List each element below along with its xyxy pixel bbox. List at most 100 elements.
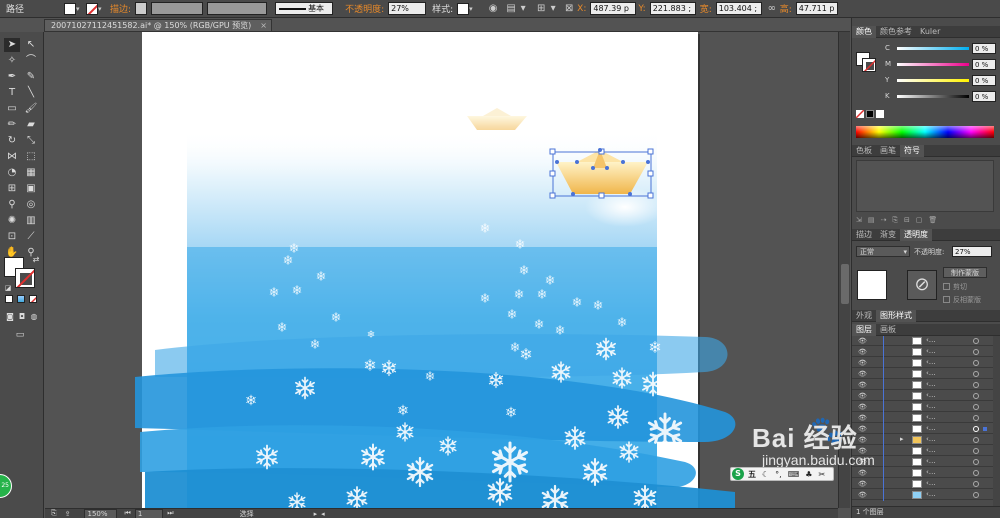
eye-icon[interactable]: 👁 bbox=[858, 403, 867, 411]
tab-appearance[interactable]: 外观 bbox=[852, 310, 876, 322]
screen-mode-icon[interactable]: ▭ bbox=[12, 328, 28, 342]
cyan-slider[interactable] bbox=[897, 47, 969, 50]
magenta-value[interactable]: 0 % bbox=[972, 59, 996, 70]
type-tool-icon[interactable]: T bbox=[4, 86, 20, 100]
align-menu-icon[interactable]: ▾ bbox=[517, 3, 529, 15]
stroke-weight-field[interactable] bbox=[135, 2, 148, 15]
scale-tool-icon[interactable]: ⤡ bbox=[23, 134, 39, 148]
transparency-opacity-field[interactable]: 27% bbox=[952, 246, 992, 257]
w-field[interactable]: 103.404 ; bbox=[715, 2, 762, 15]
symbols-area[interactable] bbox=[856, 160, 994, 212]
w-label[interactable]: 宽: bbox=[700, 2, 712, 16]
h-label[interactable]: 高: bbox=[780, 2, 792, 16]
eye-icon[interactable]: 👁 bbox=[858, 392, 867, 400]
artboard-tool-icon[interactable]: ⊡ bbox=[4, 230, 20, 244]
slice-tool-icon[interactable]: ⟋ bbox=[23, 230, 39, 244]
blend-mode-dropdown[interactable]: 正常 ▾ bbox=[856, 246, 910, 257]
cyan-value[interactable]: 0 % bbox=[972, 43, 996, 54]
pen-tool-icon[interactable]: ✒ bbox=[4, 70, 20, 84]
default-colors-icon[interactable]: ◪ bbox=[0, 281, 16, 295]
chevron-down-icon[interactable]: ▾ bbox=[469, 3, 475, 15]
artwork[interactable] bbox=[45, 32, 838, 508]
target-icon[interactable] bbox=[973, 393, 979, 399]
eye-icon[interactable]: 👁 bbox=[858, 480, 867, 488]
black-swatch[interactable] bbox=[866, 110, 874, 118]
column-graph-tool-icon[interactable]: ▥ bbox=[23, 214, 39, 228]
chevron-down-icon[interactable]: ▾ bbox=[76, 3, 82, 15]
none-mode-icon[interactable] bbox=[29, 295, 37, 303]
target-icon[interactable] bbox=[973, 404, 979, 410]
brush-dropdown[interactable]: 基本 bbox=[275, 2, 334, 15]
link-icon[interactable]: ∞ bbox=[766, 3, 778, 15]
layer-row[interactable]: 👁 ‹… bbox=[852, 490, 993, 500]
make-mask-button[interactable]: 制作蒙版 bbox=[943, 267, 987, 278]
artboard-nav-icon[interactable]: ⎘ bbox=[51, 509, 57, 518]
tab-transparency[interactable]: 透明度 bbox=[900, 228, 932, 241]
none-swatch[interactable] bbox=[856, 110, 864, 118]
pencil-tool-icon[interactable]: ✏ bbox=[4, 118, 20, 132]
page-field[interactable]: 1 bbox=[134, 508, 164, 518]
rotate-tool-icon[interactable]: ↻ bbox=[4, 134, 20, 148]
status-arrow-icon[interactable]: ▸ bbox=[314, 510, 318, 518]
chevron-down-icon[interactable]: ▾ bbox=[98, 3, 104, 15]
reference-point-icon[interactable]: ⊠ bbox=[563, 3, 575, 15]
layer-row[interactable]: 👁 ‹… bbox=[852, 479, 993, 489]
eye-icon[interactable]: 👁 bbox=[858, 491, 867, 499]
y-label[interactable]: Y: bbox=[638, 2, 645, 16]
style-swatch[interactable] bbox=[457, 2, 470, 15]
tab-swatches[interactable]: 色板 bbox=[852, 145, 876, 157]
ime-toolbar[interactable]: S 五 ☾ °, ⌨ ♣ ✂ bbox=[730, 467, 834, 481]
gradient-mode-icon[interactable] bbox=[17, 295, 25, 303]
layer-row[interactable]: 👁 ‹… bbox=[852, 336, 993, 346]
blend-tool-icon[interactable]: ◎ bbox=[23, 198, 39, 212]
curvature-tool-icon[interactable]: ✎ bbox=[23, 70, 39, 84]
tab-color-guide[interactable]: 颜色参考 bbox=[876, 26, 916, 38]
zoom-field[interactable]: 150% bbox=[84, 508, 117, 518]
cyan-slider-row[interactable]: C 0 % bbox=[856, 42, 996, 56]
eye-icon[interactable]: 👁 bbox=[858, 337, 867, 345]
eye-icon[interactable]: 👁 bbox=[858, 381, 867, 389]
white-swatch[interactable] bbox=[876, 110, 884, 118]
black-value[interactable]: 0 % bbox=[972, 91, 996, 102]
ime-mode-label[interactable]: 五 bbox=[748, 469, 756, 480]
paintbrush-tool-icon[interactable]: 🖌 bbox=[23, 102, 39, 116]
target-icon[interactable] bbox=[973, 470, 979, 476]
stroke-color-box[interactable] bbox=[15, 268, 35, 288]
mask-thumbnail[interactable]: ⊘ bbox=[907, 270, 937, 300]
tab-gradient[interactable]: 渐变 bbox=[876, 229, 900, 241]
opacity-field[interactable]: 27% bbox=[388, 2, 427, 15]
stroke-weight-dropdown[interactable] bbox=[151, 2, 204, 15]
draw-inside-icon[interactable]: ◍ bbox=[26, 310, 42, 324]
variable-width-dropdown[interactable] bbox=[207, 2, 268, 15]
selection-tool-icon[interactable]: ➤ bbox=[4, 38, 20, 52]
tab-kuler[interactable]: Kuler bbox=[916, 26, 944, 38]
eyedropper-tool-icon[interactable]: ⚲ bbox=[4, 198, 20, 212]
target-icon[interactable] bbox=[973, 382, 979, 388]
target-icon[interactable] bbox=[973, 492, 979, 498]
tab-brushes[interactable]: 画笔 bbox=[876, 145, 900, 157]
align-icon[interactable]: ▤ bbox=[505, 3, 517, 15]
y-field[interactable]: 221.883 ; bbox=[649, 2, 696, 15]
target-icon[interactable] bbox=[973, 448, 979, 454]
canvas-area[interactable] bbox=[45, 32, 838, 508]
tab-symbols[interactable]: 符号 bbox=[900, 144, 924, 157]
yellow-value[interactable]: 0 % bbox=[972, 75, 996, 86]
width-tool-icon[interactable]: ⋈ bbox=[4, 150, 20, 164]
transform-menu-icon[interactable]: ▾ bbox=[547, 3, 559, 15]
scrollbar-thumb[interactable] bbox=[841, 264, 849, 304]
layer-row[interactable]: 👁 ‹… bbox=[852, 402, 993, 412]
target-icon[interactable] bbox=[973, 360, 979, 366]
next-artboard-icon[interactable]: ⏭ bbox=[167, 509, 173, 518]
black-slider-row[interactable]: K 0 % bbox=[856, 90, 996, 104]
layer-row[interactable]: 👁 ‹… bbox=[852, 358, 993, 368]
mesh-tool-icon[interactable]: ⊞ bbox=[4, 182, 20, 196]
shape-builder-tool-icon[interactable]: ◔ bbox=[4, 166, 20, 180]
share-icon[interactable]: ⇪ bbox=[65, 510, 71, 518]
recolor-icon[interactable]: ◉ bbox=[487, 3, 499, 15]
tab-artboards[interactable]: 画板 bbox=[876, 324, 900, 336]
swap-fill-stroke-icon[interactable]: ⇄ bbox=[28, 253, 44, 267]
x-field[interactable]: 487.39 p bbox=[590, 2, 637, 15]
punctuation-icon[interactable]: °, bbox=[775, 470, 782, 479]
eye-icon[interactable]: 👁 bbox=[858, 359, 867, 367]
target-icon[interactable] bbox=[973, 426, 979, 432]
